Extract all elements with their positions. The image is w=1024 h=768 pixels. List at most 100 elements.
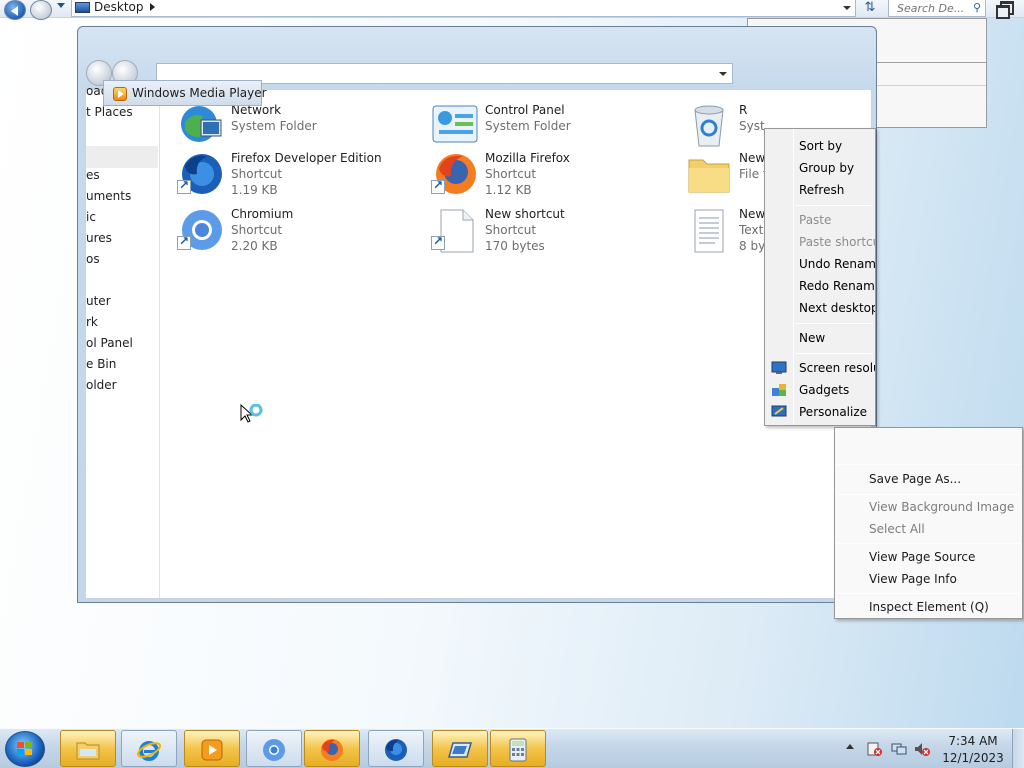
menu-item-undo-rename[interactable]: Undo Rename [799, 255, 875, 273]
nav-item-documents[interactable]: uments [86, 189, 131, 203]
system-clock[interactable]: 7:34 AM 12/1/2023 [940, 733, 1006, 767]
breadcrumb-arrow-icon[interactable] [150, 3, 155, 11]
nav-item-recent-places[interactable]: t Places [86, 105, 133, 119]
file-size: 2.20 KB [231, 239, 278, 253]
back-button[interactable] [4, 0, 26, 20]
search-box[interactable]: ⚲ [888, 0, 986, 17]
forward-button[interactable] [30, 0, 52, 20]
taskbar-remote-desktop[interactable] [432, 730, 488, 767]
file-item-new-folder[interactable]: New File f [685, 150, 767, 202]
tooltip-label: Windows Media Player [132, 86, 267, 100]
restore-window-icon[interactable] [994, 0, 1014, 19]
desktop-context-menu: Sort by Group by Refresh Paste Paste sho… [764, 128, 876, 426]
menu-item-next-desktop[interactable]: Next desktop [799, 299, 875, 317]
nav-item-libraries[interactable]: es [86, 168, 100, 182]
search-icon[interactable]: ⚲ [973, 1, 981, 14]
menu-item-screen-resolution[interactable]: Screen resolution [799, 359, 875, 377]
taskbar-windows-explorer[interactable] [60, 730, 116, 767]
file-item-mozilla-firefox[interactable]: Mozilla Firefox Shortcut 1.12 KB [431, 150, 631, 202]
search-input[interactable] [889, 0, 969, 16]
taskbar-firefox-developer-edition[interactable] [368, 730, 424, 767]
file-type: Shortcut [231, 167, 283, 181]
menu-item-sort-by[interactable]: Sort by [799, 137, 842, 155]
file-size: 1.12 KB [485, 183, 532, 197]
file-item-network[interactable]: Network System Folder [177, 102, 377, 154]
recent-pages-dropdown[interactable] [57, 3, 65, 8]
nav-item-control-panel[interactable]: ol Panel [86, 336, 133, 350]
file-name: Firefox Developer Edition [231, 151, 382, 165]
taskbar-firefox[interactable] [304, 730, 360, 767]
file-item-firefox-developer-edition[interactable]: Firefox Developer Edition Shortcut 1.19 … [177, 150, 382, 202]
network-icon [181, 106, 222, 142]
menu-item-view-page-source[interactable]: View Page Source [869, 548, 975, 566]
clock-time: 7:34 AM [948, 734, 998, 748]
windows-media-player-icon [201, 739, 223, 761]
shortcut-arrow-icon [177, 234, 191, 250]
address-location[interactable]: Desktop [94, 0, 144, 15]
browser-context-menu: Save Page As... View Background Image Se… [834, 427, 1023, 619]
file-type: File f [739, 167, 768, 181]
nav-item-videos[interactable]: os [86, 252, 100, 266]
menu-item-gadgets[interactable]: Gadgets [799, 381, 849, 399]
file-item-recycle-bin[interactable]: R Syst [685, 102, 765, 154]
taskbar-internet-explorer[interactable] [121, 730, 177, 767]
shortcut-arrow-icon [431, 234, 445, 250]
folder-icon [688, 159, 730, 193]
menu-item-redo-rename[interactable]: Redo Rename [799, 277, 875, 295]
address-dropdown-icon[interactable] [843, 6, 851, 10]
show-hidden-icons-button[interactable] [846, 744, 854, 749]
menu-item-view-page-info[interactable]: View Page Info [869, 570, 957, 588]
volume-muted-icon[interactable] [914, 742, 930, 756]
file-type: Text [739, 223, 764, 237]
address-bar[interactable]: Desktop [71, 0, 856, 17]
taskbar-calculator[interactable] [490, 730, 546, 767]
file-item-chromium[interactable]: Chromium Shortcut 2.20 KB [177, 206, 377, 258]
navigation-selection [86, 146, 158, 168]
network-status-icon[interactable] [891, 742, 907, 756]
windows-logo-icon [17, 742, 32, 755]
menu-item-group-by[interactable]: Group by [799, 159, 854, 177]
menu-item-select-all: Select All [869, 522, 925, 536]
start-button[interactable] [5, 731, 45, 767]
file-name: Mozilla Firefox [485, 151, 570, 165]
chromium-icon [263, 739, 285, 761]
nav-item-network[interactable]: rk [86, 315, 98, 329]
menu-separator [795, 205, 873, 206]
nav-item-pictures[interactable]: ures [86, 231, 112, 245]
explorer-top-bar: Desktop ⇅ ⚲ [0, 0, 1024, 20]
menu-item-refresh[interactable]: Refresh [799, 181, 844, 199]
file-type: System Folder [231, 119, 317, 133]
shortcut-arrow-icon [177, 178, 191, 194]
menu-item-save-page-as[interactable]: Save Page As... [869, 470, 961, 488]
file-item-control-panel[interactable]: Control Panel System Folder [431, 102, 631, 154]
file-item-new-shortcut[interactable]: New shortcut Shortcut 170 bytes [431, 206, 631, 258]
personalize-icon [771, 405, 787, 417]
nav-item-computer[interactable]: uter [86, 294, 111, 308]
show-desktop-button[interactable] [1012, 729, 1024, 768]
file-type: Shortcut [485, 223, 537, 237]
refresh-button[interactable]: ⇅ [858, 0, 882, 17]
file-type: Shortcut [485, 167, 537, 181]
recycle-bin-icon [694, 105, 724, 147]
file-item-new-text-document[interactable]: New Text 8 byt [685, 206, 770, 258]
nav-item-folder[interactable]: older [86, 378, 117, 392]
desktop-icon [75, 2, 90, 13]
action-center-icon[interactable] [866, 742, 882, 756]
clock-date: 12/1/2023 [942, 751, 1004, 765]
nav-item-recycle-bin[interactable]: e Bin [86, 357, 116, 371]
taskbar-chromium[interactable] [246, 730, 302, 767]
file-name: New [739, 151, 766, 165]
nav-item-music[interactable]: ic [86, 210, 96, 224]
file-type: System Folder [485, 119, 571, 133]
menu-item-inspect-element[interactable]: Inspect Element (Q) [869, 598, 989, 616]
windows-media-player-tooltip[interactable]: Windows Media Player [103, 80, 267, 106]
taskbar-windows-media-player[interactable] [184, 730, 240, 767]
menu-separator [837, 464, 1020, 465]
menu-item-new[interactable]: New [799, 329, 825, 347]
folder-icon [76, 742, 100, 760]
internet-explorer-icon [136, 741, 162, 761]
text-document-icon [694, 209, 724, 253]
firefox-icon [321, 739, 343, 761]
window-address-dropdown-icon[interactable] [719, 72, 727, 76]
menu-item-personalize[interactable]: Personalize [799, 403, 867, 421]
